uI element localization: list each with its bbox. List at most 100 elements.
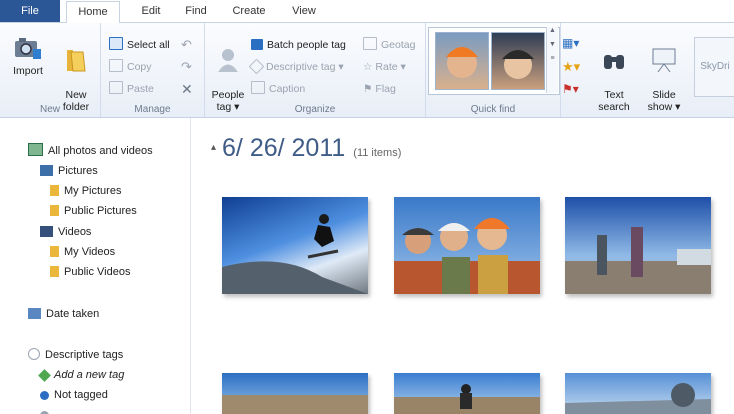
sidebar-item-videos[interactable]: Videos xyxy=(40,223,91,241)
group-new: Import New folder New xyxy=(0,23,101,117)
calendar-icon xyxy=(28,308,41,319)
batch-tag-icon xyxy=(251,39,263,50)
tab-find[interactable]: Find xyxy=(176,0,216,22)
photo-thumbnail[interactable] xyxy=(565,373,711,414)
tab-edit[interactable]: Edit xyxy=(131,0,171,22)
select-all-icon xyxy=(109,37,123,50)
group-organize: People tag ▾ Batch people tag Descriptiv… xyxy=(205,23,426,117)
videos-library-icon xyxy=(40,226,53,237)
star-icon: ☆ xyxy=(363,61,373,73)
sidebar-item-all-photos[interactable]: All photos and videos xyxy=(28,142,153,160)
text-search-button[interactable]: Text search xyxy=(592,35,636,113)
rate-button[interactable]: ☆ Rate ▾ xyxy=(363,59,406,75)
sidebar-item-descriptive-tags[interactable]: Descriptive tags xyxy=(28,346,123,364)
group-manage: Select all Copy Paste ↶ ↷ ✕ Manage xyxy=(101,23,205,117)
descriptive-tag-button[interactable]: Descriptive tag ▾ xyxy=(248,58,344,75)
tag-icon xyxy=(248,58,265,75)
sidebar-label: Videos xyxy=(58,226,92,238)
photo-thumbnail[interactable] xyxy=(222,373,368,414)
date-group-header[interactable]: ▴ 6/ 26/ 2011 (11 items) xyxy=(211,134,401,163)
photo-thumbnail[interactable] xyxy=(394,197,540,294)
sidebar-label: Add a new tag xyxy=(54,369,125,381)
geotag-icon xyxy=(363,37,377,50)
collapse-icon[interactable]: ▴ xyxy=(211,142,216,153)
person-face-icon xyxy=(502,50,534,79)
binoculars-icon xyxy=(604,55,624,69)
paste-icon xyxy=(109,81,123,94)
person-thumbnail-1[interactable] xyxy=(435,32,489,90)
photo-thumbnail[interactable] xyxy=(394,373,540,414)
select-all-label: Select all xyxy=(127,39,170,51)
group-label-new: New xyxy=(39,104,60,115)
skateboarder-photo xyxy=(222,214,368,294)
import-button[interactable]: Import xyxy=(6,35,50,77)
sidebar-label: Public Pictures xyxy=(64,205,137,217)
group-label-organize: Organize xyxy=(294,104,336,115)
sidebar-label: Not tagged xyxy=(54,389,108,401)
rooftop-photo xyxy=(222,395,368,414)
sidebar-item-public-pictures[interactable]: Public Pictures xyxy=(50,202,137,220)
new-folder-button[interactable]: New folder xyxy=(54,35,98,113)
sidebar-item-pictures[interactable]: Pictures xyxy=(40,162,98,180)
delete-icon[interactable]: ✕ xyxy=(181,81,193,97)
tab-view[interactable]: View xyxy=(284,0,324,22)
caption-icon xyxy=(251,81,265,94)
sidebar-item-date-taken[interactable]: Date taken xyxy=(28,305,99,323)
folder-icon xyxy=(50,266,59,277)
flag-icon: ⚑ xyxy=(363,83,373,95)
rating-star-icon[interactable]: ★▾ xyxy=(562,59,580,75)
sidebar-label: Date taken xyxy=(46,308,100,320)
select-all-button[interactable]: Select all xyxy=(109,37,170,53)
photo-gallery: ▴ 6/ 26/ 2011 (11 items) xyxy=(191,118,734,414)
tab-file[interactable]: File xyxy=(0,0,60,22)
import-label: Import xyxy=(13,65,43,77)
rate-label: Rate ▾ xyxy=(375,61,406,73)
sidebar-item-my-videos[interactable]: My Videos xyxy=(50,243,115,261)
slide-show-button[interactable]: Slide show ▾ xyxy=(642,35,686,113)
person-thumbnail-2[interactable] xyxy=(491,32,545,90)
gallery-scroll[interactable]: ▲ ▼ ≡ xyxy=(546,27,558,93)
skydrive-label: SkyDri xyxy=(700,61,730,72)
copy-button[interactable]: Copy xyxy=(109,59,152,75)
caption-button[interactable]: Caption xyxy=(251,81,305,97)
batch-people-tag-label: Batch people tag xyxy=(267,39,346,51)
flag-button[interactable]: ⚑ Flag xyxy=(363,81,396,97)
rotate-right-icon[interactable]: ↷ xyxy=(181,59,192,75)
sidebar-label: My Pictures xyxy=(64,185,122,197)
geotag-label: Geotag xyxy=(381,39,416,51)
caption-label: Caption xyxy=(269,83,306,95)
paste-button[interactable]: Paste xyxy=(109,81,154,97)
skydrive-button[interactable]: SkyDri xyxy=(694,37,734,97)
tab-home[interactable]: Home xyxy=(66,1,120,24)
folder-icon xyxy=(67,50,86,72)
navigation-pane: All photos and videos Pictures My Pictur… xyxy=(0,118,191,414)
all-photos-icon xyxy=(28,143,43,156)
flag-label: Flag xyxy=(375,83,396,95)
copy-icon xyxy=(109,59,123,72)
batch-people-tag-button[interactable]: Batch people tag xyxy=(251,37,346,53)
folder-icon xyxy=(50,185,59,196)
descriptive-tag-label: Descriptive tag ▾ xyxy=(266,61,344,73)
tab-create[interactable]: Create xyxy=(224,0,274,22)
skater-photo xyxy=(394,384,540,414)
photo-thumbnail[interactable] xyxy=(565,197,711,294)
sidebar-label: Descriptive tags xyxy=(45,349,124,361)
ribbon-tab-bar: File Home Edit Find Create View xyxy=(0,0,734,24)
sidebar-item-my-pictures[interactable]: My Pictures xyxy=(50,182,121,200)
text-search-label: Text search xyxy=(598,89,630,113)
slideshow-icon xyxy=(652,48,676,73)
flag-filter-icon[interactable]: ⚑▾ xyxy=(562,81,579,97)
rotate-left-icon[interactable]: ↶ xyxy=(181,37,192,53)
sidebar-item-add-tag[interactable]: Add a new tag xyxy=(38,366,125,384)
slide-show-label: Slide show ▾ xyxy=(647,89,681,113)
person-face-icon xyxy=(446,47,478,78)
ramp-photo xyxy=(565,383,711,414)
group-label-quick-find: Quick find xyxy=(470,104,516,115)
sidebar-item-public-videos[interactable]: Public Videos xyxy=(50,263,130,281)
photo-thumbnail[interactable] xyxy=(222,197,368,294)
copy-label: Copy xyxy=(127,61,152,73)
view-grid-icon[interactable]: ▦▾ xyxy=(562,35,579,51)
people-tag-button[interactable]: People tag ▾ xyxy=(209,35,247,113)
sidebar-item-not-tagged[interactable]: Not tagged xyxy=(40,386,108,404)
geotag-button[interactable]: Geotag xyxy=(363,37,415,53)
